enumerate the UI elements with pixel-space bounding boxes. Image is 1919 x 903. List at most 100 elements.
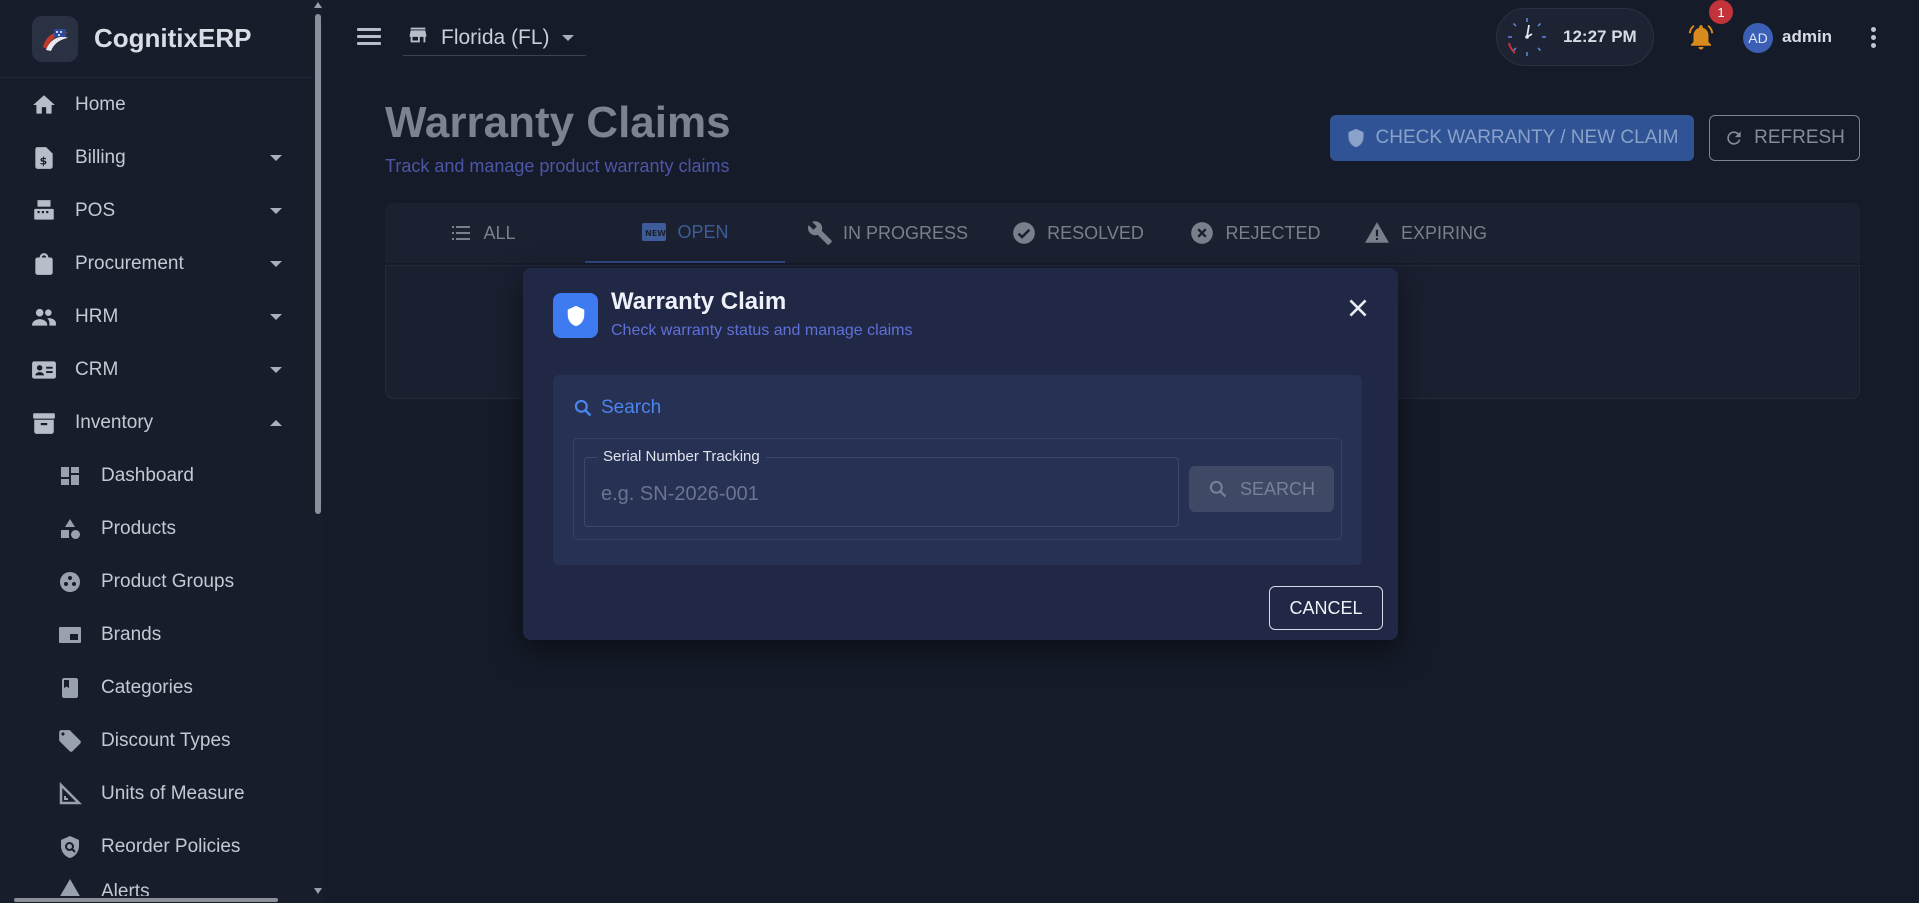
sidebar-item-label: Dashboard: [101, 464, 194, 486]
serial-number-field[interactable]: Serial Number Tracking: [584, 448, 1179, 527]
serial-number-input[interactable]: [601, 480, 1161, 508]
wrench-icon: [808, 221, 832, 245]
scroll-up-arrow-icon[interactable]: [314, 2, 322, 8]
sidebar-item-dashboard[interactable]: Dashboard: [0, 449, 310, 502]
cancel-circle-icon: [1191, 222, 1214, 244]
tab-expiring[interactable]: EXPIRING: [1360, 203, 1490, 263]
search-heading-label: Search: [601, 397, 662, 418]
brand-header[interactable]: CognitixERP: [0, 0, 322, 78]
chevron-down-icon: [270, 207, 282, 214]
book-icon: [56, 674, 84, 702]
button-label: SEARCH: [1239, 478, 1315, 499]
page-subtitle: Track and manage product warranty claims: [385, 156, 730, 176]
warning-icon: [1365, 222, 1389, 243]
store-selector[interactable]: Florida (FL): [403, 20, 586, 56]
refresh-button[interactable]: REFRESH: [1709, 115, 1860, 161]
horizontal-scrollbar-thumb[interactable]: [14, 898, 278, 902]
notification-bell-icon[interactable]: [1686, 22, 1716, 52]
tab-label: IN PROGRESS: [842, 222, 969, 243]
group-icon: [56, 568, 84, 596]
scroll-down-arrow-icon[interactable]: [314, 888, 322, 894]
close-icon[interactable]: [1345, 295, 1371, 321]
avatar[interactable]: AD: [1743, 23, 1773, 53]
store-name: Florida (FL): [441, 25, 550, 49]
more-vert-icon[interactable]: [1871, 27, 1877, 49]
tab-resolved[interactable]: RESOLVED: [1005, 203, 1150, 263]
people-icon: [30, 303, 58, 331]
sidebar-item-pos[interactable]: POS: [0, 184, 310, 237]
tab-all[interactable]: ALL: [420, 203, 545, 263]
sidebar-item-label: Units of Measure: [101, 782, 245, 804]
chevron-down-icon: [270, 154, 282, 161]
brand-name: CognitixERP: [94, 23, 252, 53]
status-tabs: ALL NEW OPEN IN PROGRESS RESOLVED REJECT…: [385, 203, 1860, 263]
search-button[interactable]: SEARCH: [1189, 466, 1334, 512]
shield-icon: [1348, 128, 1363, 148]
sidebar-item-discount-types[interactable]: Discount Types: [0, 714, 310, 767]
sidebar-item-label: HRM: [75, 305, 119, 327]
svg-text:$: $: [40, 154, 48, 167]
hamburger-menu-icon[interactable]: [355, 24, 383, 52]
sidebar-item-label: Billing: [75, 146, 126, 168]
sidebar-item-inventory[interactable]: Inventory: [0, 396, 310, 449]
cancel-button[interactable]: CANCEL: [1269, 586, 1383, 630]
brand-logo-icon: [32, 15, 78, 62]
tab-rejected[interactable]: REJECTED: [1185, 203, 1325, 263]
clock-time: 12:27 PM: [1563, 27, 1637, 46]
notification-badge: 1: [1709, 0, 1733, 24]
shield-icon: [553, 293, 598, 338]
sidebar-item-label: Products: [101, 517, 176, 539]
search-icon: [574, 399, 592, 417]
sidebar-item-label: CRM: [75, 358, 119, 380]
tab-open[interactable]: NEW OPEN: [585, 203, 785, 263]
check-warranty-new-claim-button[interactable]: CHECK WARRANTY / NEW CLAIM: [1330, 115, 1694, 161]
username[interactable]: admin: [1782, 27, 1832, 47]
billing-icon: $: [30, 144, 58, 172]
shapes-icon: [56, 515, 84, 543]
button-label: REFRESH: [1754, 127, 1845, 148]
tab-label: RESOLVED: [1047, 222, 1144, 243]
pos-icon: [30, 197, 58, 225]
tab-label: ALL: [483, 222, 516, 243]
sidebar-item-product-groups[interactable]: Product Groups: [0, 555, 310, 608]
refresh-icon: [1727, 131, 1741, 145]
sidebar-item-reorder-policies[interactable]: Reorder Policies: [0, 820, 310, 873]
check-circle-icon: [1013, 222, 1035, 244]
brand-icon: [56, 621, 84, 649]
sidebar-item-label: Categories: [101, 676, 193, 698]
chevron-down-icon: [270, 313, 282, 320]
tab-label: EXPIRING: [1400, 222, 1488, 243]
sidebar-item-home[interactable]: Home: [0, 78, 310, 131]
sidebar-item-categories[interactable]: Categories: [0, 661, 310, 714]
sidebar-item-label: Product Groups: [101, 570, 235, 592]
svg-text:NEW: NEW: [645, 229, 666, 238]
tab-in-progress[interactable]: IN PROGRESS: [800, 203, 975, 263]
archive-icon: [30, 409, 58, 437]
sidebar-item-brands[interactable]: Brands: [0, 608, 310, 661]
clock-widget: 12:27 PM: [1496, 8, 1654, 66]
chevron-down-icon: [270, 260, 282, 267]
search-heading: Search: [573, 397, 661, 419]
sidebar: CognitixERP Home $ Billing POS Procureme…: [0, 0, 323, 903]
scrollbar-thumb[interactable]: [315, 14, 321, 514]
store-icon: [407, 24, 429, 51]
sidebar-scrollbar[interactable]: [312, 0, 323, 903]
sidebar-item-billing[interactable]: $ Billing: [0, 131, 310, 184]
sidebar-item-crm[interactable]: CRM: [0, 343, 310, 396]
new-badge-icon: NEW: [642, 223, 667, 241]
chevron-down-icon: [270, 366, 282, 373]
sidebar-item-products[interactable]: Products: [0, 502, 310, 555]
sidebar-item-procurement[interactable]: Procurement: [0, 237, 310, 290]
chevron-down-icon: [561, 34, 574, 41]
button-label: CHECK WARRANTY / NEW CLAIM: [1375, 127, 1679, 148]
top-bar: Florida (FL) 12:27 PM 1 AD admin: [323, 0, 1919, 75]
sidebar-item-label: POS: [75, 199, 116, 221]
contact-card-icon: [30, 356, 58, 384]
tab-label: REJECTED: [1225, 222, 1321, 243]
sidebar-item-hrm[interactable]: HRM: [0, 290, 310, 343]
sidebar-item-label: Home: [75, 93, 126, 115]
serial-search-box: Serial Number Tracking SEARCH: [573, 438, 1342, 540]
ruler-icon: [56, 780, 84, 808]
sidebar-horizontal-scrollbar[interactable]: [0, 896, 323, 903]
sidebar-item-units-of-measure[interactable]: Units of Measure: [0, 767, 310, 820]
